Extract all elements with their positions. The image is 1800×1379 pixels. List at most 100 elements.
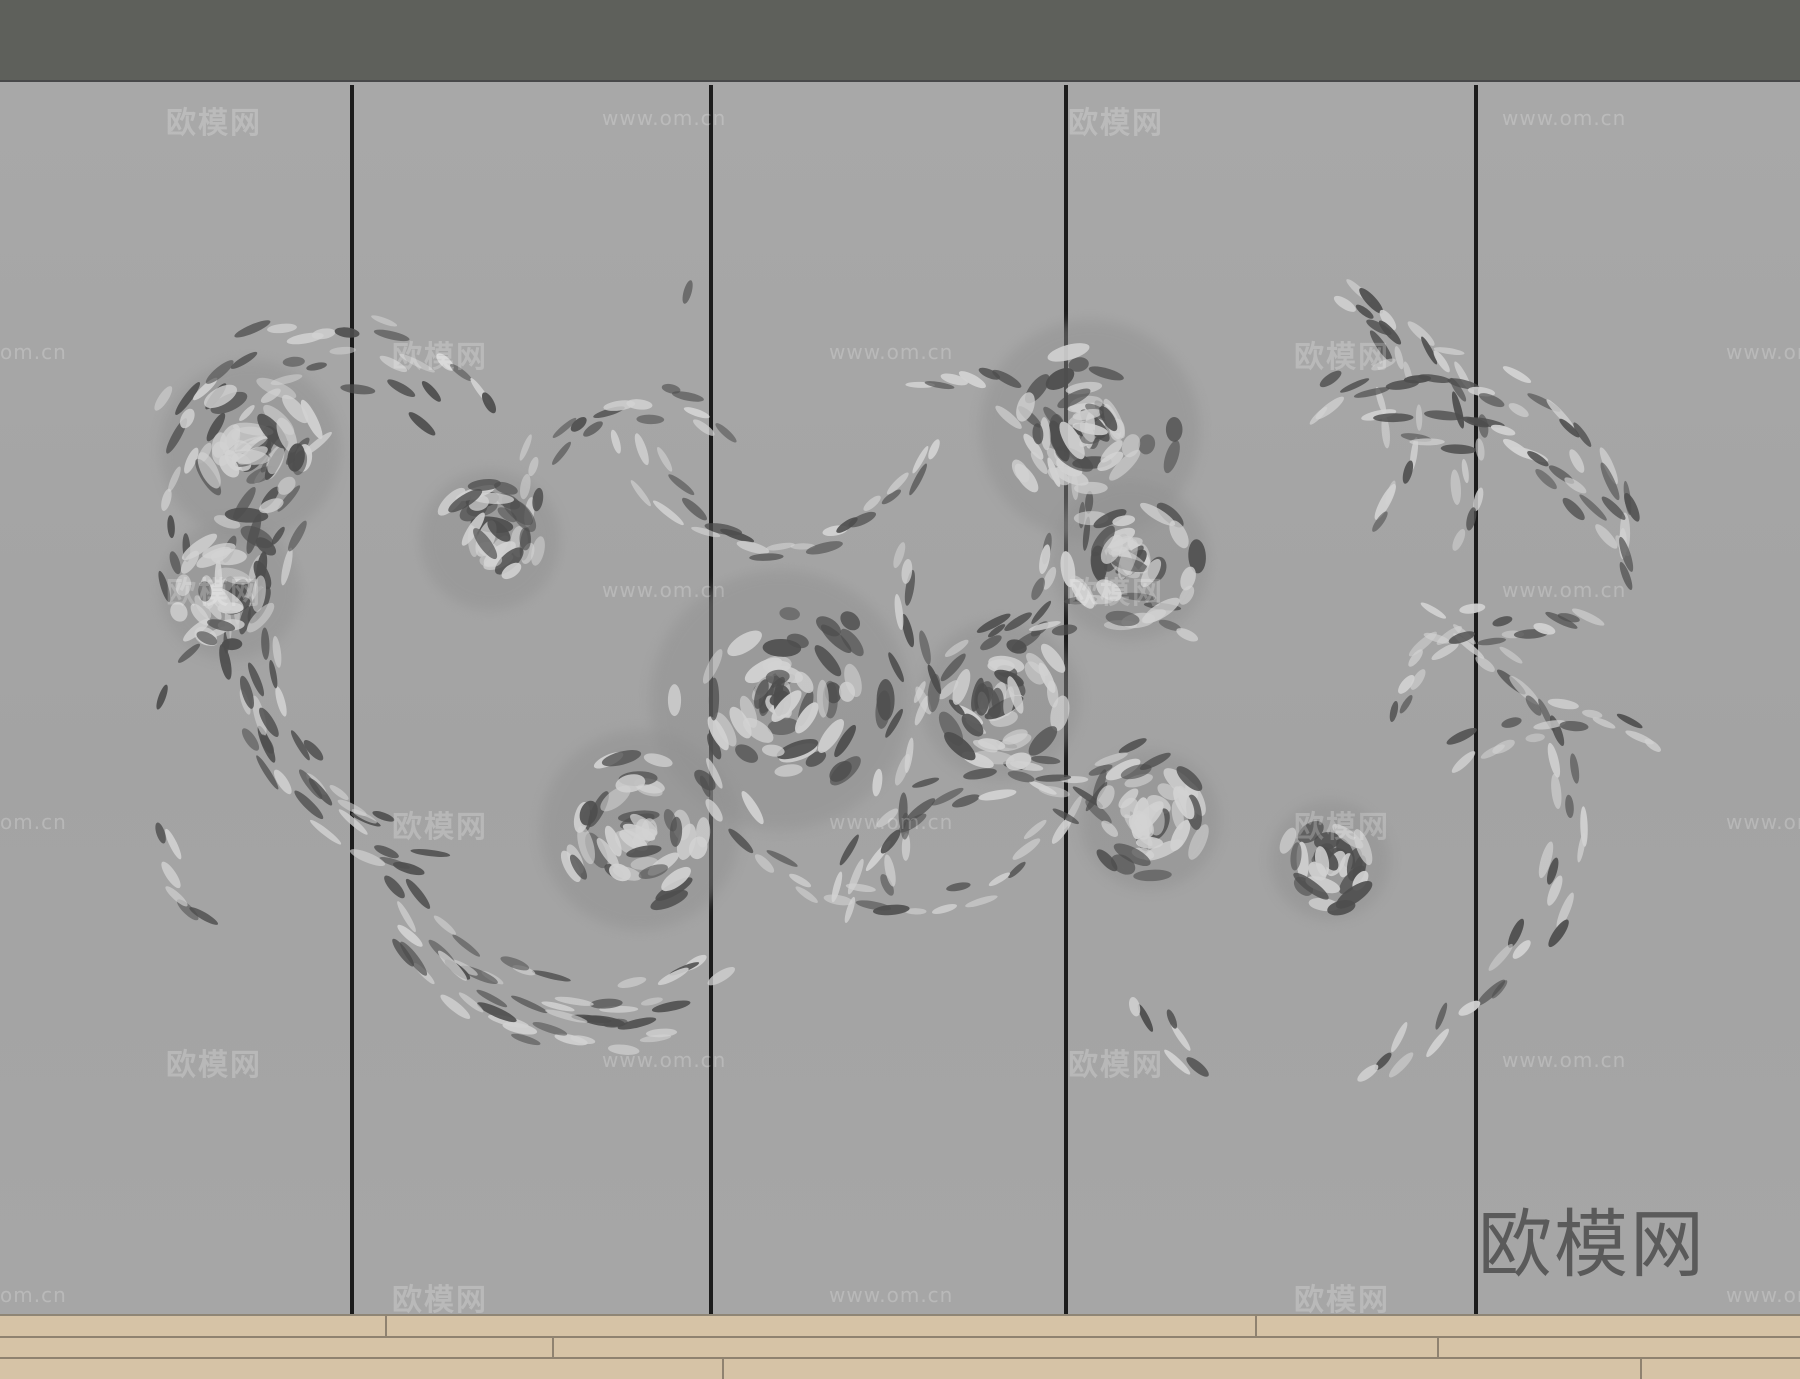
petal-stroke: [839, 834, 859, 866]
petal-stroke: [634, 433, 649, 466]
petal-stroke: [552, 441, 571, 465]
petal-stroke: [452, 934, 481, 957]
petal-stroke: [1547, 698, 1579, 710]
watermark-url: www.om.cn: [829, 810, 954, 834]
petal-stroke: [161, 861, 181, 889]
watermark-url: om.cn: [0, 810, 67, 834]
petal-stroke: [1477, 637, 1506, 646]
watermark-brand: 欧模网: [1294, 340, 1390, 375]
petal-stroke: [656, 446, 673, 472]
petal-stroke: [1564, 477, 1587, 494]
petal-stroke: [1426, 1028, 1450, 1058]
watermark-brand: 欧模网: [392, 340, 488, 375]
petal-stroke: [267, 323, 297, 334]
petal-stroke: [1440, 444, 1477, 455]
petal-stroke: [1450, 469, 1461, 505]
petal-stroke: [978, 789, 1017, 801]
petal-stroke: [1315, 396, 1345, 420]
petal-stroke: [1547, 742, 1561, 778]
petal-stroke: [306, 362, 327, 371]
petal-stroke: [1592, 717, 1616, 729]
petal-stroke: [630, 480, 651, 507]
petal-stroke: [610, 429, 621, 454]
petal-stroke: [1415, 404, 1423, 431]
watermark-brand: 欧模网: [392, 810, 488, 845]
petal-stroke: [668, 474, 695, 496]
petal-stroke: [329, 785, 349, 800]
petal-stroke: [617, 976, 647, 989]
petal-stroke: [657, 967, 689, 986]
watermark-url: www.om.cn: [1726, 810, 1800, 834]
petal-stroke: [156, 684, 168, 710]
petal-stroke: [667, 684, 682, 717]
petal-stroke: [1616, 713, 1643, 729]
petal-stroke: [511, 995, 548, 1014]
petal-stroke: [1417, 374, 1451, 383]
petal-stroke: [749, 553, 784, 561]
petal-stroke: [1357, 1064, 1379, 1082]
petal-stroke: [1452, 528, 1466, 551]
petal-stroke: [165, 828, 182, 860]
watermark-brand: 欧模网: [1294, 1283, 1390, 1318]
petal-stroke: [1577, 832, 1586, 863]
floor-plank-joint: [722, 1357, 724, 1379]
feather-swirl-relief: [154, 279, 1661, 1082]
petal-stroke: [421, 380, 441, 402]
petal-stroke: [405, 878, 431, 909]
petal-stroke: [1475, 656, 1495, 673]
watermark-brand: 欧模网: [1294, 810, 1390, 845]
watermark-brand: 欧模网: [166, 1048, 262, 1083]
petal-stroke: [531, 970, 571, 982]
interior-scene: 欧模网 www.om.cn 欧模网 www.om.cn om.cn 欧模网 ww…: [0, 0, 1800, 1379]
watermark-url: www.om.cn: [1502, 1048, 1627, 1072]
watermark-url: www.om.cn: [829, 340, 954, 364]
watermark-brand: 欧模网: [1068, 576, 1164, 611]
petal-stroke: [1446, 727, 1477, 745]
watermark-url: www.om.cn: [1726, 1283, 1800, 1307]
petal-stroke: [682, 497, 707, 521]
petal-stroke: [1389, 701, 1399, 722]
petal-stroke: [1569, 449, 1585, 473]
petal-stroke: [1186, 1057, 1209, 1077]
petal-stroke: [1128, 997, 1141, 1017]
petal-stroke: [707, 966, 736, 986]
petal-stroke: [519, 434, 532, 461]
petal-stroke: [1508, 403, 1529, 418]
floor-plank-joint: [552, 1336, 554, 1357]
watermark-brand: 欧模网: [392, 1283, 488, 1318]
petal-stroke: [1499, 646, 1523, 664]
watermark-url: om.cn: [0, 340, 67, 364]
floor-plank-joint: [385, 1316, 387, 1336]
watermark-url: www.om.cn: [602, 106, 727, 130]
petal-stroke: [1435, 1002, 1448, 1030]
floor-plank-line: [0, 1357, 1800, 1359]
watermark-url: www.om.cn: [829, 1283, 954, 1307]
watermark-url: www.om.cn: [1726, 340, 1800, 364]
watermark-brand: 欧模网: [1068, 1048, 1164, 1083]
petal-stroke: [1525, 733, 1545, 743]
petal-stroke: [1502, 366, 1532, 384]
petal-stroke: [500, 956, 530, 971]
petal-stroke: [433, 915, 456, 935]
petal-stroke: [1012, 838, 1041, 860]
petal-stroke: [919, 630, 931, 665]
petal-stroke: [340, 384, 376, 395]
petal-stroke: [1391, 1021, 1408, 1053]
petal-stroke: [384, 875, 405, 899]
petal-stroke: [1420, 602, 1447, 619]
petal-stroke: [904, 737, 914, 773]
petal-stroke: [1394, 346, 1404, 370]
petal-stroke: [805, 541, 843, 555]
petal-stroke: [1644, 738, 1661, 752]
petal-stroke: [652, 500, 684, 526]
petal-stroke: [408, 412, 436, 436]
wood-floor: [0, 1314, 1800, 1379]
watermark-url: www.om.cn: [602, 578, 727, 602]
petal-stroke: [234, 320, 271, 338]
petal-stroke: [310, 819, 342, 845]
floor-plank-joint: [1640, 1357, 1642, 1379]
petal-stroke: [715, 423, 737, 443]
watermark-brand: 欧模网: [1068, 106, 1164, 141]
watermark-brand: 欧模网: [166, 106, 262, 141]
petal-stroke: [928, 439, 940, 460]
